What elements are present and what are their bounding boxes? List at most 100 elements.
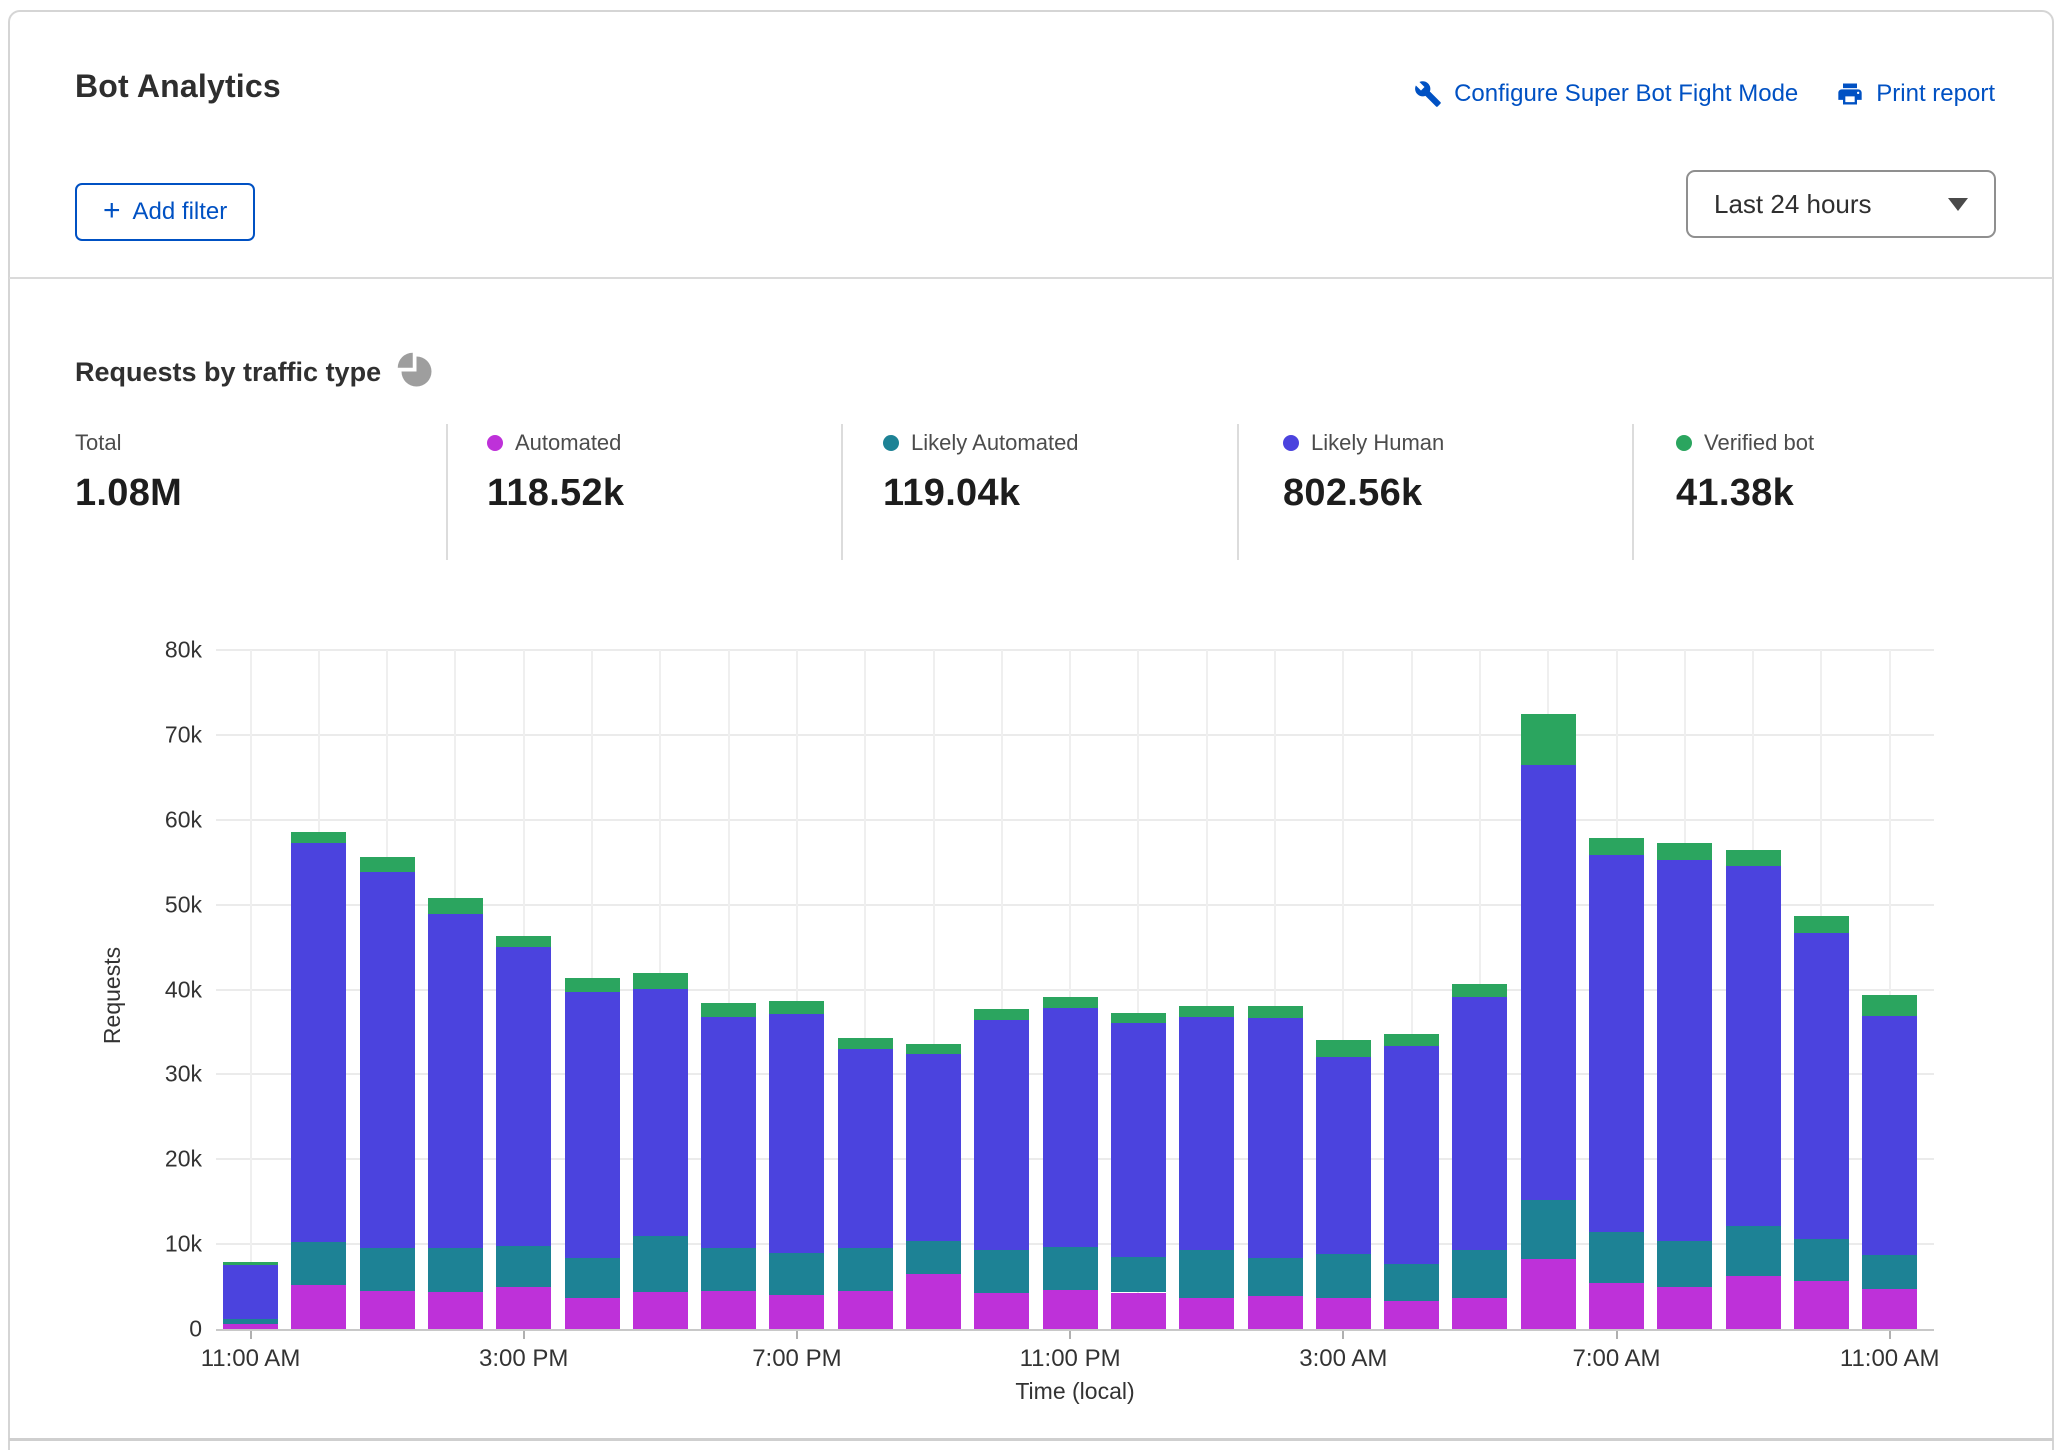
bar-segment-likely-human[interactable] — [1862, 1015, 1918, 1256]
bar-segment-automated[interactable] — [1452, 1297, 1508, 1329]
bar-segment-verified-bot[interactable] — [1657, 842, 1713, 861]
bar-segment-likely-human[interactable] — [769, 1014, 825, 1253]
bar-segment-likely-human[interactable] — [1725, 866, 1781, 1227]
bar-segment-likely-automated[interactable] — [291, 1242, 347, 1285]
bar-segment-likely-human[interactable] — [1657, 860, 1713, 1241]
bar-segment-likely-automated[interactable] — [223, 1319, 278, 1325]
print-report-link[interactable]: Print report — [1836, 80, 1995, 108]
bar-segment-verified-bot[interactable] — [223, 1261, 278, 1265]
bar-segment-likely-automated[interactable] — [1110, 1256, 1166, 1293]
bar-segment-likely-human[interactable] — [223, 1264, 278, 1320]
bar-segment-likely-automated[interactable] — [1589, 1232, 1644, 1284]
bar-segment-likely-automated[interactable] — [564, 1257, 620, 1298]
bar-segment-likely-automated[interactable] — [906, 1240, 961, 1274]
bar-segment-likely-automated[interactable] — [1384, 1264, 1440, 1301]
bar-segment-likely-human[interactable] — [359, 872, 415, 1248]
bar-segment-verified-bot[interactable] — [496, 936, 552, 948]
bar-segment-likely-automated[interactable] — [1315, 1254, 1371, 1299]
bar-segment-automated[interactable] — [291, 1284, 347, 1329]
bar-segment-verified-bot[interactable] — [1179, 1005, 1235, 1017]
bar-segment-likely-automated[interactable] — [769, 1252, 825, 1296]
bar-segment-likely-automated[interactable] — [1042, 1246, 1098, 1290]
bar-segment-verified-bot[interactable] — [359, 857, 415, 873]
bar-segment-automated[interactable] — [1315, 1298, 1371, 1329]
bar-segment-automated[interactable] — [427, 1291, 483, 1329]
bar-segment-verified-bot[interactable] — [291, 831, 347, 843]
bar-segment-likely-human[interactable] — [632, 988, 688, 1237]
bar-segment-likely-human[interactable] — [1384, 1046, 1440, 1265]
bar-segment-likely-automated[interactable] — [1520, 1199, 1576, 1259]
bar-segment-verified-bot[interactable] — [564, 977, 620, 993]
bar-segment-automated[interactable] — [1862, 1288, 1918, 1329]
bar-segment-verified-bot[interactable] — [1793, 915, 1849, 933]
bar-segment-likely-human[interactable] — [427, 913, 483, 1248]
bar-segment-verified-bot[interactable] — [1725, 850, 1781, 867]
bar-segment-likely-human[interactable] — [1589, 854, 1644, 1233]
bar-segment-likely-automated[interactable] — [359, 1247, 415, 1291]
bar-segment-likely-human[interactable] — [974, 1020, 1030, 1251]
bar-segment-likely-automated[interactable] — [496, 1245, 552, 1288]
bar-segment-likely-human[interactable] — [1793, 932, 1849, 1240]
bar-segment-verified-bot[interactable] — [1452, 984, 1508, 998]
bar-segment-verified-bot[interactable] — [974, 1009, 1030, 1021]
bar-segment-likely-human[interactable] — [1179, 1016, 1235, 1251]
bar-segment-automated[interactable] — [701, 1290, 757, 1329]
bar-segment-likely-human[interactable] — [1247, 1018, 1303, 1258]
bar-segment-verified-bot[interactable] — [769, 1000, 825, 1015]
bar-segment-likely-human[interactable] — [564, 992, 620, 1258]
bar-segment-likely-automated[interactable] — [1725, 1226, 1781, 1276]
bar-segment-verified-bot[interactable] — [1110, 1013, 1166, 1024]
bar-segment-automated[interactable] — [974, 1292, 1030, 1329]
bar-segment-likely-human[interactable] — [1110, 1023, 1166, 1257]
bar-segment-verified-bot[interactable] — [837, 1037, 893, 1049]
bar-segment-verified-bot[interactable] — [1384, 1033, 1440, 1047]
add-filter-button[interactable]: + Add filter — [75, 183, 256, 241]
bar-segment-verified-bot[interactable] — [632, 973, 688, 989]
bar-segment-automated[interactable] — [1179, 1298, 1235, 1329]
bar-segment-likely-automated[interactable] — [632, 1236, 688, 1292]
bar-segment-automated[interactable] — [1110, 1292, 1166, 1329]
bar-segment-likely-automated[interactable] — [1793, 1239, 1849, 1282]
bar-segment-verified-bot[interactable] — [701, 1003, 757, 1017]
bar-segment-automated[interactable] — [906, 1273, 961, 1329]
time-range-select[interactable]: Last 24 hours — [1686, 170, 1996, 238]
bar-segment-automated[interactable] — [564, 1297, 620, 1329]
bar-segment-automated[interactable] — [1042, 1289, 1098, 1329]
bar-segment-automated[interactable] — [359, 1290, 415, 1329]
bar-segment-likely-automated[interactable] — [701, 1247, 757, 1291]
bar-segment-automated[interactable] — [1725, 1275, 1781, 1329]
bar-segment-verified-bot[interactable] — [1520, 713, 1576, 765]
bar-segment-automated[interactable] — [1384, 1300, 1440, 1329]
bar-segment-automated[interactable] — [1247, 1295, 1303, 1329]
bar-segment-likely-automated[interactable] — [1862, 1255, 1918, 1289]
bar-segment-verified-bot[interactable] — [1042, 997, 1098, 1009]
bar-segment-likely-human[interactable] — [906, 1054, 961, 1241]
bar-segment-automated[interactable] — [1657, 1287, 1713, 1329]
bar-segment-likely-human[interactable] — [1452, 997, 1508, 1251]
bar-segment-automated[interactable] — [1520, 1258, 1576, 1329]
bar-segment-likely-human[interactable] — [701, 1016, 757, 1248]
configure-super-bot-fight-mode-link[interactable]: Configure Super Bot Fight Mode — [1414, 80, 1798, 108]
bar-segment-automated[interactable] — [496, 1287, 552, 1329]
bar-segment-verified-bot[interactable] — [427, 897, 483, 914]
bar-segment-likely-automated[interactable] — [974, 1250, 1030, 1293]
bar-segment-likely-automated[interactable] — [427, 1247, 483, 1292]
bar-segment-likely-human[interactable] — [837, 1048, 893, 1248]
bar-segment-likely-human[interactable] — [496, 947, 552, 1246]
bar-segment-automated[interactable] — [1793, 1281, 1849, 1329]
bar-segment-automated[interactable] — [1589, 1283, 1644, 1329]
bar-segment-automated[interactable] — [837, 1290, 893, 1329]
bar-segment-verified-bot[interactable] — [1247, 1005, 1303, 1019]
bar-segment-verified-bot[interactable] — [1315, 1040, 1371, 1057]
bar-segment-likely-automated[interactable] — [1452, 1250, 1508, 1298]
bar-segment-likely-human[interactable] — [1315, 1056, 1371, 1255]
bar-segment-automated[interactable] — [632, 1291, 688, 1329]
bar-segment-likely-automated[interactable] — [1657, 1240, 1713, 1288]
bar-segment-likely-automated[interactable] — [1247, 1257, 1303, 1296]
bar-segment-verified-bot[interactable] — [1589, 837, 1644, 855]
bar-segment-verified-bot[interactable] — [1862, 994, 1918, 1016]
bar-segment-automated[interactable] — [769, 1295, 825, 1329]
bar-segment-likely-human[interactable] — [1042, 1008, 1098, 1247]
bar-segment-verified-bot[interactable] — [906, 1043, 961, 1054]
bar-segment-likely-automated[interactable] — [837, 1247, 893, 1291]
